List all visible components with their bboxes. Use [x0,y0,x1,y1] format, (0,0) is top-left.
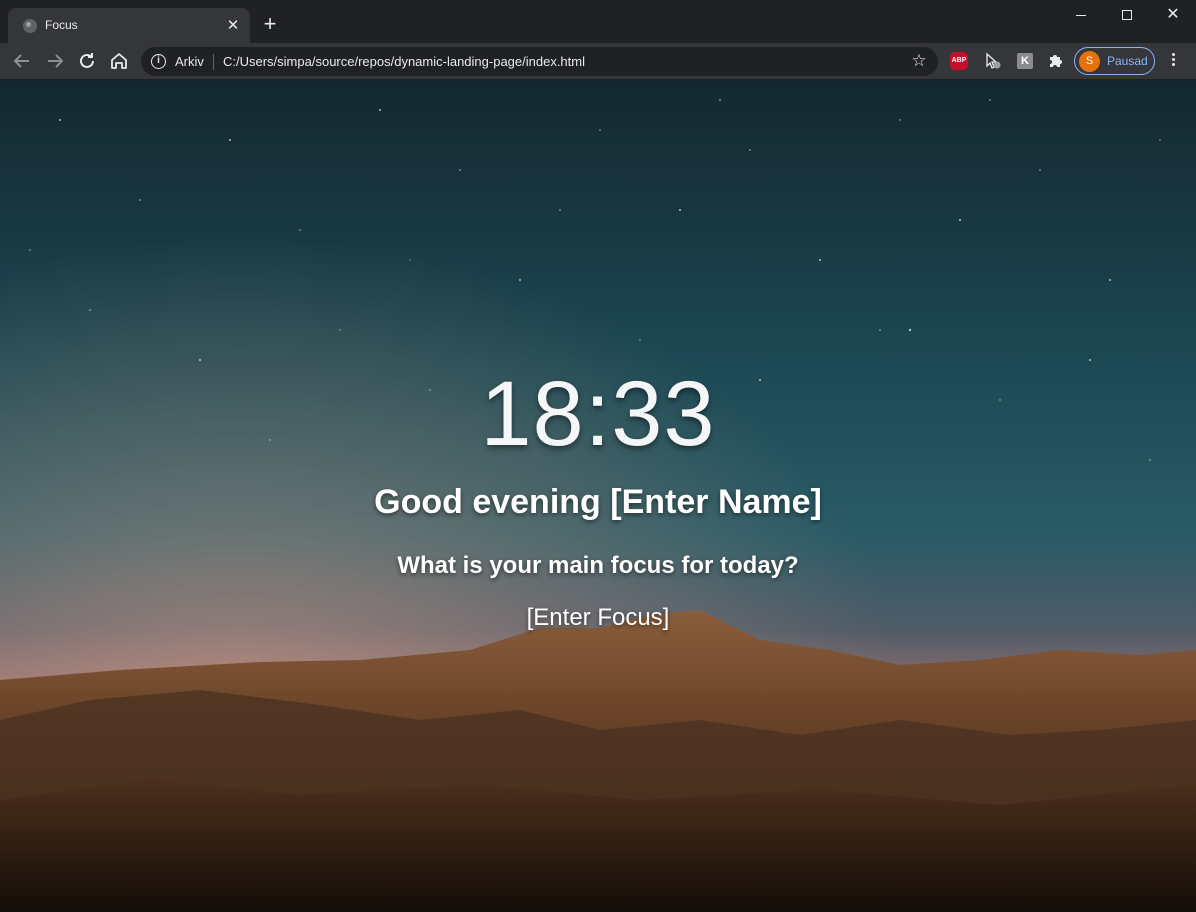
minimize-button[interactable] [1058,0,1104,30]
focus-input[interactable]: [Enter Focus] [527,604,670,631]
home-icon[interactable] [107,49,131,73]
browser-tab[interactable]: Focus ✕ [8,8,250,43]
close-window-button[interactable]: ✕ [1150,0,1196,30]
globe-icon [23,19,37,33]
page-viewport: 18:33 Good evening [Enter Name] What is … [0,80,1196,912]
profile-status-label: Pausad [1107,54,1148,68]
address-bar[interactable]: i Arkiv C:/Users/simpa/source/repos/dyna… [141,47,938,76]
forward-arrow-icon[interactable] [43,49,67,73]
url-text[interactable]: C:/Users/simpa/source/repos/dynamic-land… [223,54,585,69]
name-input[interactable]: [Enter Name] [610,483,822,521]
site-info-label[interactable]: Arkiv [175,54,204,69]
puzzle-icon[interactable] [1046,51,1066,71]
bookmark-star-icon[interactable]: ☆ [909,51,929,71]
adblock-plus-icon[interactable]: ABP [950,51,970,71]
browser-toolbar: i Arkiv C:/Users/simpa/source/repos/dyna… [0,43,1196,80]
close-tab-icon[interactable]: ✕ [224,17,242,35]
tab-title: Focus [45,18,78,32]
cursor-extension-icon[interactable] [983,51,1003,71]
info-icon[interactable]: i [151,54,166,69]
clock-time: 18:33 [480,363,716,465]
new-tab-button[interactable]: + [260,13,280,35]
greeting-text: Good evening [374,483,601,521]
focus-field: [Enter Focus] [0,604,1196,632]
title-bar: Focus ✕ + ✕ [0,0,1196,43]
greeting: Good evening [Enter Name] [0,483,1196,522]
focus-question: What is your main focus for today? [397,552,799,579]
profile-button[interactable]: S Pausad [1074,47,1155,75]
k-extension-icon[interactable]: K [1015,51,1035,71]
kebab-menu-icon[interactable] [1164,51,1182,71]
reload-icon[interactable] [75,49,99,73]
address-separator [213,54,214,70]
avatar: S [1079,51,1100,72]
back-arrow-icon[interactable] [10,49,34,73]
maximize-button[interactable] [1104,0,1150,30]
